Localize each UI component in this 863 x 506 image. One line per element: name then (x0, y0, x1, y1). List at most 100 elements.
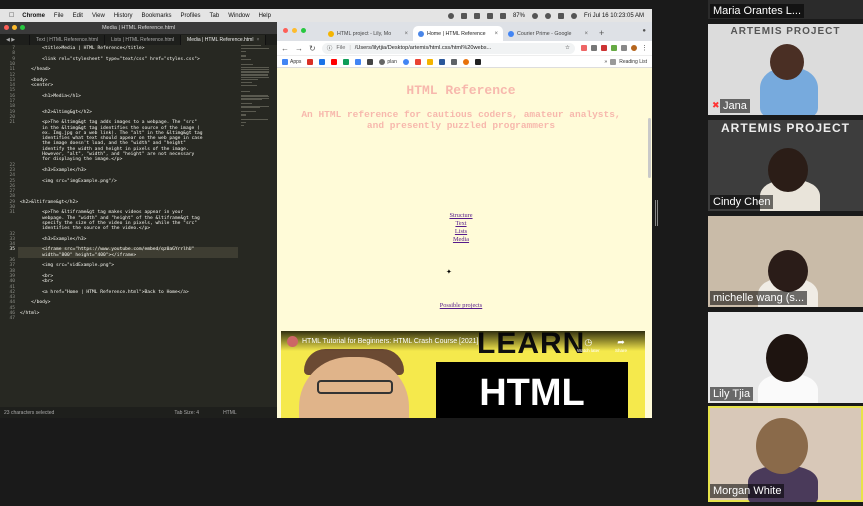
link-possible-projects[interactable]: Possible projects (421, 302, 501, 309)
minimize-window-icon[interactable] (12, 25, 17, 30)
participant-tile[interactable]: Maria Orantes L... (708, 0, 863, 19)
info-icon[interactable]: ⓘ (327, 44, 333, 52)
wifi-icon[interactable] (531, 12, 538, 19)
close-tab-icon[interactable]: × (404, 31, 408, 37)
watch-later-button[interactable]: ◷ Watch later (577, 337, 600, 353)
browser-tab-courier[interactable]: Courier Prime - Google × (503, 26, 593, 41)
sheets-icon[interactable] (343, 58, 350, 65)
web-page-viewport[interactable]: HTML Reference An HTML reference for cau… (277, 68, 652, 418)
participant-tile[interactable]: Lily Tjia (708, 312, 863, 403)
bookmark-icon[interactable] (474, 58, 481, 65)
window-splitter-handle[interactable] (655, 200, 658, 226)
participant-tile[interactable]: ARTEMIS PROJECT Jana ✖ (708, 24, 863, 115)
docs-icon[interactable] (355, 58, 362, 65)
extension-icon[interactable] (581, 45, 587, 51)
link-media[interactable]: Media (437, 236, 485, 243)
extensions-puzzle-icon[interactable] (621, 45, 627, 51)
video-title[interactable]: HTML Tutorial for Beginners: HTML Crash … (302, 338, 479, 345)
share-button[interactable]: ➦ Share (615, 337, 627, 353)
sync-icon[interactable] (473, 12, 480, 19)
close-tab-icon[interactable]: × (256, 37, 259, 43)
gmail-icon[interactable] (307, 58, 314, 65)
browser-tab-project[interactable]: HTML project - Lily, Mo × (323, 26, 413, 41)
menu-history[interactable]: History (114, 13, 133, 19)
participant-tile[interactable]: michelle wang (s... (708, 216, 863, 307)
bluetooth-icon[interactable] (460, 12, 467, 19)
code-line: <center> (20, 83, 54, 89)
link-text[interactable]: Text (437, 220, 485, 227)
tab-search-icon[interactable]: ● (642, 28, 646, 34)
profile-avatar-icon[interactable] (631, 45, 637, 51)
extension-icon[interactable] (601, 45, 607, 51)
address-bar[interactable]: ⓘ File | /Users/lilytjia/Desktop/artemis… (321, 42, 575, 54)
minimize-window-icon[interactable] (292, 28, 297, 33)
tab-size-setting[interactable]: Tab Size: 4 (174, 410, 199, 416)
zoom-window-icon[interactable] (20, 25, 25, 30)
clock[interactable]: Fri Jul 16 10:23:05 AM (584, 13, 644, 19)
bookmark-plan[interactable]: plan (379, 58, 397, 65)
close-tab-icon[interactable]: × (584, 31, 588, 37)
zoom-window-icon[interactable] (301, 28, 306, 33)
keyboard-icon[interactable] (486, 12, 493, 19)
reload-icon[interactable]: ↻ (309, 44, 316, 53)
menu-view[interactable]: View (92, 13, 105, 19)
minimap[interactable] (241, 45, 271, 135)
bookmark-icon[interactable] (450, 58, 457, 65)
bookmark-icon[interactable] (414, 58, 421, 65)
editor-tab-media[interactable]: Media | HTML Reference.html × (181, 35, 267, 45)
extension-icon[interactable] (591, 45, 597, 51)
apple-menu-icon[interactable]:  (9, 12, 14, 19)
battery-icon[interactable] (499, 12, 506, 19)
editor-nav-arrows[interactable]: ◀ ▶ (0, 35, 30, 45)
new-tab-button[interactable]: + (593, 26, 609, 41)
back-icon[interactable]: ← (281, 44, 289, 53)
embedded-video[interactable]: LEARN HTML HTML Tutorial for Beginners: … (281, 331, 645, 418)
editor-tab-text[interactable]: Text | HTML Reference.html (30, 35, 105, 45)
page-heading: HTML Reference (406, 83, 516, 98)
bookmark-icon[interactable] (462, 58, 469, 65)
link-structure[interactable]: Structure (437, 212, 485, 219)
menu-help[interactable]: Help (259, 13, 271, 19)
page-scrollbar[interactable] (648, 118, 651, 178)
control-center-icon[interactable] (557, 12, 564, 19)
browser-tab-home[interactable]: Home | HTML Reference × (413, 26, 503, 41)
reading-list-icon (610, 58, 617, 65)
link-lists[interactable]: Lists (437, 228, 485, 235)
reading-list[interactable]: » Reading List (604, 58, 647, 65)
bookmark-apps[interactable]: Apps (282, 58, 301, 65)
calendar-icon[interactable] (319, 58, 326, 65)
bookmark-icon[interactable] (402, 58, 409, 65)
code-line: <a href="Home | HTML Reference.html">Bac… (20, 289, 189, 295)
zoom-status-icon[interactable] (447, 12, 454, 19)
menu-tab[interactable]: Tab (210, 13, 220, 19)
bookmark-icon[interactable] (367, 58, 374, 65)
editor-text-area[interactable]: 7 8 9 10 11 12 13 14 15 16 17 18 19 20 21 22 23 24 25 26 27 2… (0, 45, 277, 407)
line-number: 19 (9, 109, 15, 115)
siri-icon[interactable] (570, 12, 577, 19)
close-window-icon[interactable] (283, 28, 288, 33)
syntax-setting[interactable]: HTML (223, 410, 237, 416)
bookmark-icon[interactable] (426, 58, 433, 65)
bookmark-star-icon[interactable]: ☆ (565, 45, 570, 51)
code-line: identifies the source of the video.</p> (20, 226, 150, 232)
close-tab-icon[interactable]: × (494, 31, 498, 37)
more-bookmarks-icon[interactable]: » (604, 59, 607, 65)
close-window-icon[interactable] (4, 25, 9, 30)
menu-window[interactable]: Window (228, 13, 249, 19)
code-line: <h3>Example</h3> (20, 167, 87, 173)
youtube-icon[interactable] (331, 58, 338, 65)
editor-tab-lists[interactable]: Lists | HTML Reference.html (105, 35, 182, 45)
menu-chrome[interactable]: Chrome (22, 13, 45, 19)
word-icon[interactable] (438, 58, 445, 65)
participant-tile-active-speaker[interactable]: Morgan White (708, 406, 863, 502)
extension-icon[interactable] (611, 45, 617, 51)
forward-icon[interactable]: → (295, 44, 303, 53)
menu-profiles[interactable]: Profiles (181, 13, 201, 19)
participant-tile[interactable]: ARTEMIS PROJECT Cindy Chen (708, 120, 863, 211)
channel-avatar[interactable] (287, 335, 298, 347)
menu-file[interactable]: File (54, 13, 64, 19)
menu-bookmarks[interactable]: Bookmarks (142, 13, 172, 19)
menu-edit[interactable]: Edit (73, 13, 83, 19)
search-icon[interactable] (544, 12, 551, 19)
more-menu-icon[interactable]: ⋮ (641, 44, 648, 52)
